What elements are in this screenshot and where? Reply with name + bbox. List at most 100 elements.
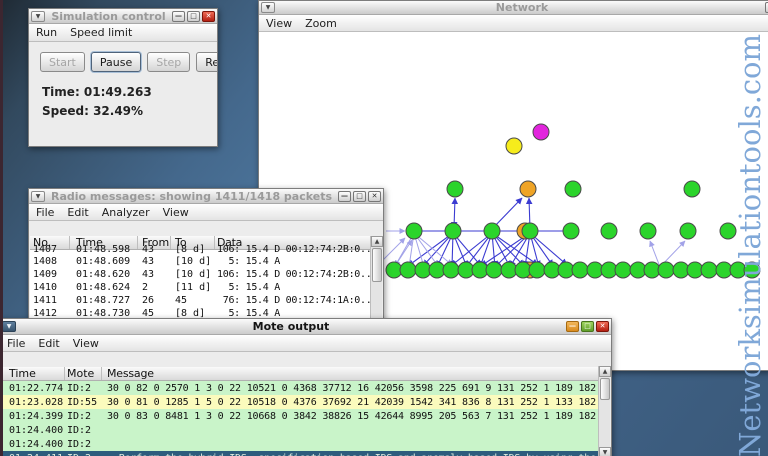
close-button[interactable]: ✕ (368, 190, 381, 202)
network-node[interactable] (444, 222, 462, 240)
network-node[interactable] (505, 137, 523, 155)
cell-no: 1409 (33, 269, 58, 280)
mote-output-row[interactable]: 01:24.400 ID:2 (1, 423, 610, 437)
scroll-up-icon[interactable]: ▲ (371, 236, 383, 247)
menu-item-speed-limit[interactable]: Speed limit (70, 26, 132, 39)
network-menubar: View Zoom (259, 15, 768, 32)
network-node[interactable] (521, 222, 539, 240)
radio-packet-row[interactable]: 1409 01:48.620 43 [10 d] 106: 15.4 D 00:12:7… (30, 268, 382, 281)
network-node[interactable] (571, 261, 589, 279)
cell-msg: 30 0 83 0 8481 1 3 0 22 10668 0 3842 388… (107, 410, 610, 422)
maximize-button[interactable]: □ (353, 190, 366, 202)
window-menu-dropdown-icon[interactable]: ▼ (31, 190, 45, 202)
mote-scrollbar[interactable]: ▲ ▼ (598, 366, 611, 456)
start-button[interactable]: Start (40, 52, 85, 72)
scrollbar-thumb[interactable] (600, 378, 610, 400)
menu-item-view[interactable]: View (73, 337, 99, 350)
menu-item-file[interactable]: File (7, 337, 25, 350)
network-node[interactable] (683, 180, 701, 198)
close-button[interactable]: ✕ (202, 10, 215, 22)
cell-no: 1410 (33, 282, 58, 293)
cell-to: [10 d] (175, 256, 212, 267)
column-header-time[interactable]: Time (1, 367, 65, 380)
menu-item-view[interactable]: View (266, 17, 292, 30)
step-button[interactable]: Step (147, 52, 191, 72)
network-node[interactable] (485, 261, 503, 279)
maximize-button[interactable]: □ (187, 10, 200, 22)
reload-button[interactable]: Reload (196, 52, 217, 72)
simulation-control-menubar: Run Speed limit (29, 24, 217, 42)
mote-output-row-selected[interactable]: 01:24.411ID:2 Perform the hybrid IDS, sp… (1, 451, 610, 456)
cell-to: [11 d] (175, 282, 212, 293)
cell-time: 01:24.411 (1, 453, 65, 456)
minimize-button[interactable]: — (172, 10, 185, 22)
network-node[interactable] (614, 261, 632, 279)
network-node[interactable] (405, 222, 423, 240)
mote-output-row[interactable]: 01:22.774 ID:2 30 0 82 0 2570 1 3 0 22 105… (1, 381, 610, 395)
network-node[interactable] (446, 180, 464, 198)
screen-edge-strip (0, 0, 3, 456)
mote-output-titlebar[interactable]: ▼ Mote output — □ ✕ (0, 319, 611, 335)
scrollbar-thumb[interactable] (372, 248, 382, 282)
radio-packet-row[interactable]: 1410 01:48.624 2 [11 d] 5: 15.4 A (30, 281, 382, 294)
mote-output-row[interactable]: 01:23.028 ID:55 30 0 81 0 1285 1 5 0 22 10… (1, 395, 610, 409)
network-node[interactable] (657, 261, 675, 279)
network-node[interactable] (519, 180, 537, 198)
menu-item-edit[interactable]: Edit (67, 206, 88, 219)
menu-item-view[interactable]: View (163, 206, 189, 219)
column-header-message[interactable]: Message (102, 367, 610, 380)
mote-output-row[interactable]: 01:24.400 ID:2 (1, 437, 610, 451)
simulation-control-titlebar[interactable]: ▼ Simulation control — □ ✕ (29, 9, 217, 24)
minimize-button[interactable]: — (566, 321, 579, 332)
window-menu-dropdown-icon[interactable]: ▼ (2, 321, 16, 332)
cell-data: 5: 15.4 A (217, 256, 280, 267)
network-node[interactable] (639, 222, 657, 240)
network-titlebar[interactable]: ▼ Network — (259, 1, 768, 15)
cell-mote: ID:2 (67, 410, 92, 422)
menu-item-edit[interactable]: Edit (38, 337, 59, 350)
cell-time: 01:24.399 (9, 410, 64, 422)
network-node[interactable] (532, 123, 550, 141)
scroll-up-icon[interactable]: ▲ (599, 366, 611, 377)
maximize-button[interactable]: □ (581, 321, 594, 332)
network-node[interactable] (562, 222, 580, 240)
radio-messages-menubar: File Edit Analyzer View (29, 204, 383, 221)
mote-table-header[interactable]: Time Mote Message (1, 367, 610, 381)
network-node[interactable] (483, 222, 501, 240)
window-menu-dropdown-icon[interactable]: ▼ (31, 10, 45, 22)
mote-output-title: Mote output (252, 320, 330, 333)
pause-button[interactable]: Pause (90, 52, 142, 72)
menu-item-file[interactable]: File (36, 206, 54, 219)
cell-time: 01:24.400 (9, 424, 64, 436)
cell-from: 43 (142, 269, 155, 280)
network-node[interactable] (743, 261, 761, 279)
cell-from: 2 (142, 282, 149, 293)
network-node[interactable] (700, 261, 718, 279)
column-header-mote[interactable]: Mote (65, 367, 102, 380)
network-node[interactable] (442, 261, 460, 279)
network-node[interactable] (679, 222, 697, 240)
mote-output-window: ▼ Mote output — □ ✕ File Edit View Time Mot… (0, 318, 612, 456)
radio-packet-row[interactable]: 1407 01:48.598 43 [8 d] 106: 15.4 D 00:12:74… (30, 244, 382, 255)
network-node[interactable] (564, 180, 582, 198)
scroll-down-icon[interactable]: ▼ (599, 447, 611, 456)
menu-item-zoom[interactable]: Zoom (305, 17, 337, 30)
radio-messages-titlebar[interactable]: ▼ Radio messages: showing 1411/1418 pack… (29, 189, 383, 204)
radio-packet-row[interactable]: 1411 01:48.727 26 45 76: 15.4 D 00:12:74:1A… (30, 294, 382, 307)
minimize-button[interactable]: — (338, 190, 351, 202)
cell-time: 01:24.400 (9, 438, 64, 450)
network-node[interactable] (719, 222, 737, 240)
network-node[interactable] (528, 261, 546, 279)
mote-output-menubar: File Edit View (0, 335, 611, 352)
cell-time: 01:22.774 (9, 382, 64, 394)
mote-output-row[interactable]: 01:24.399 ID:2 30 0 83 0 8481 1 3 0 22 106… (1, 409, 610, 423)
radio-packet-row[interactable]: 1408 01:48.609 43 [10 d] 5: 15.4 A (30, 255, 382, 268)
menu-item-run[interactable]: Run (36, 26, 57, 39)
network-node[interactable] (600, 222, 618, 240)
menu-item-analyzer[interactable]: Analyzer (102, 206, 150, 219)
window-menu-dropdown-icon[interactable]: ▼ (261, 2, 275, 13)
simulation-control-window: ▼ Simulation control — □ ✕ Run Speed limi… (28, 8, 218, 147)
cell-msg: Perform the hybrid IDS, specification-ba… (102, 453, 610, 456)
network-node[interactable] (399, 261, 417, 279)
close-button[interactable]: ✕ (596, 321, 609, 332)
